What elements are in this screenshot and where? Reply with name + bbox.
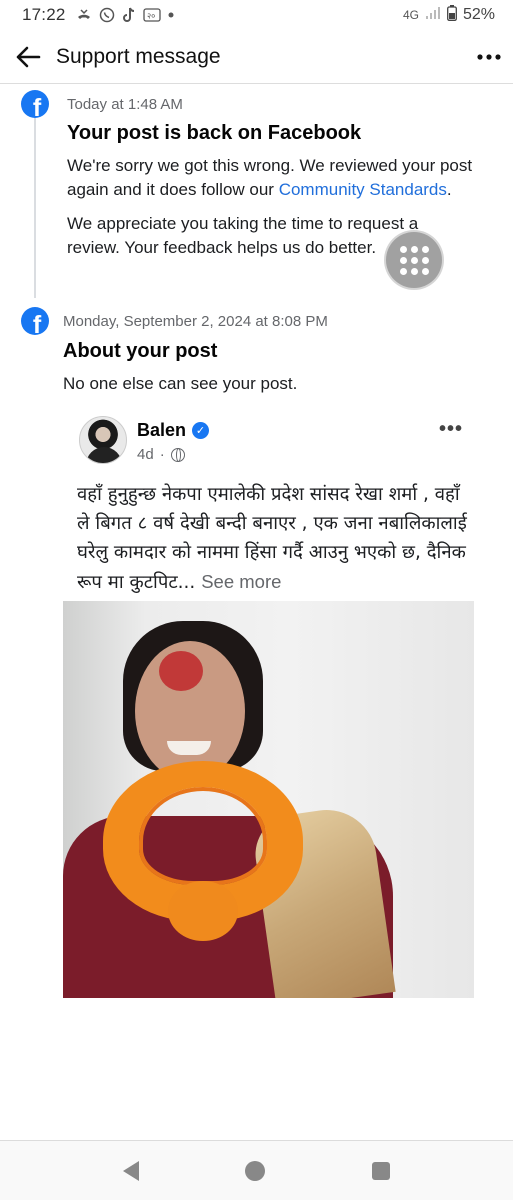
message-paragraph: We're sorry we got this wrong. We review… xyxy=(67,154,487,202)
back-button[interactable] xyxy=(0,30,56,84)
floating-assistive-button[interactable] xyxy=(384,230,444,290)
battery-percent: 52% xyxy=(462,6,495,23)
post-more-icon[interactable]: ••• xyxy=(439,418,463,441)
nav-back-icon[interactable] xyxy=(123,1160,140,1181)
status-right: 4G 52% xyxy=(402,4,495,26)
signal-icon xyxy=(425,6,441,25)
tiktok-icon xyxy=(122,7,136,23)
more-horizontal-icon xyxy=(477,53,501,60)
post-author[interactable]: Balen ✓ xyxy=(137,420,210,441)
nav-home-icon[interactable] xyxy=(245,1160,266,1181)
photo-garland-drop xyxy=(168,881,238,941)
message-text-end: . xyxy=(446,180,452,199)
message-title: About your post xyxy=(63,340,218,362)
status-bar: 17:22 २० 4G 52% xyxy=(0,0,513,30)
message-time: Monday, September 2, 2024 at 8:08 PM xyxy=(63,313,328,330)
photo-tika xyxy=(159,651,203,691)
post-photo[interactable] xyxy=(63,601,474,998)
page-title: Support message xyxy=(56,44,221,68)
app-header: Support message xyxy=(0,30,513,84)
more-options-button[interactable] xyxy=(465,30,513,84)
verified-badge-icon: ✓ xyxy=(192,422,210,439)
notification-dot-icon xyxy=(168,12,174,18)
arrow-left-icon xyxy=(16,46,41,67)
facebook-icon: f xyxy=(21,90,49,118)
viber-icon xyxy=(99,7,115,23)
network-type: 4G xyxy=(402,8,419,22)
notification-icons: २० xyxy=(76,7,174,23)
avatar[interactable] xyxy=(79,416,127,464)
status-time: 17:22 xyxy=(22,5,66,24)
facebook-icon: f xyxy=(21,307,49,335)
missed-call-icon xyxy=(76,8,92,22)
nav-recents-icon[interactable] xyxy=(371,1161,390,1180)
svg-text:२०: २० xyxy=(147,12,155,21)
post-age[interactable]: 4d xyxy=(137,446,154,463)
system-nav-bar xyxy=(0,1141,513,1200)
post-meta: 4d · xyxy=(137,446,185,463)
message-time: Today at 1:48 AM xyxy=(67,96,183,113)
message-title: Your post is back on Facebook xyxy=(67,122,362,144)
timeline-line xyxy=(34,118,36,298)
battery-icon xyxy=(447,4,457,26)
community-standards-link[interactable]: Community Standards xyxy=(279,180,447,199)
message-paragraph: No one else can see your post. xyxy=(63,374,298,393)
dot-separator: · xyxy=(159,446,165,463)
globe-icon xyxy=(170,447,185,462)
see-more-link[interactable]: See more xyxy=(201,571,281,592)
message-2: Monday, September 2, 2024 at 8:08 PM Abo… xyxy=(63,313,483,396)
author-name[interactable]: Balen xyxy=(137,420,186,441)
app-badge-icon: २० xyxy=(142,8,161,22)
post-text: वहाँ हुनुहुन्छ नेकपा एमालेकी प्रदेश सांस… xyxy=(77,480,469,597)
